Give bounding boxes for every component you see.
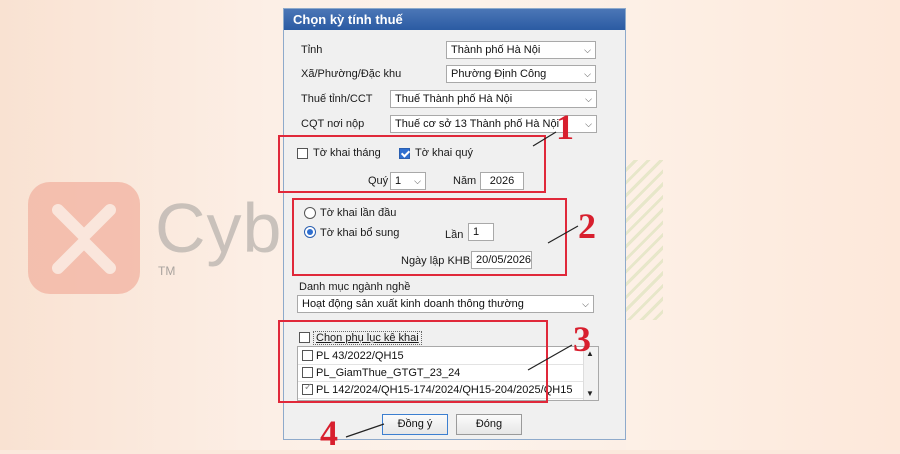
annotation-box-3	[278, 320, 548, 403]
industry-select[interactable]: Hoạt động sản xuất kinh doanh thông thườ…	[297, 295, 594, 313]
province-select[interactable]: Thành phố Hà Nội ⌵	[446, 41, 596, 59]
chevron-down-icon: ⌵	[584, 69, 591, 79]
close-button[interactable]: Đóng	[456, 414, 522, 435]
chevron-down-icon: ⌵	[584, 45, 591, 55]
trademark: TM	[158, 264, 176, 278]
chevron-down-icon: ⌵	[582, 299, 589, 309]
annotation-number-3: 3	[573, 319, 591, 359]
province-label: Tỉnh	[301, 44, 323, 56]
submit-office-label: CQT nơi nộp	[301, 118, 365, 130]
dialog-title: Chọn kỳ tính thuế	[293, 12, 403, 27]
ward-select[interactable]: Phường Định Công ⌵	[446, 65, 596, 83]
industry-label: Danh mục ngành nghề	[299, 281, 411, 293]
tax-office-label: Thuế tỉnh/CCT	[301, 93, 373, 105]
annotation-number-1: 1	[556, 107, 574, 147]
annotation-number-2: 2	[578, 206, 596, 246]
annotation-number-4: 4	[320, 413, 338, 453]
submit-office-value: Thuế cơ sở 13 Thành phố Hà Nội	[395, 118, 560, 130]
annotation-box-1	[278, 135, 546, 193]
tax-office-value: Thuế Thành phố Hà Nội	[395, 93, 513, 105]
province-value: Thành phố Hà Nội	[451, 44, 541, 56]
ward-label: Xã/Phường/Đặc khu	[301, 68, 402, 80]
chevron-down-icon: ⌵	[585, 94, 592, 104]
x-mark-icon	[52, 204, 116, 274]
annotation-box-2	[292, 198, 567, 276]
title-bar: Chọn kỳ tính thuế	[284, 9, 625, 30]
chevron-down-icon: ⌵	[585, 119, 592, 129]
background-right	[626, 0, 900, 450]
cyber-logo-icon	[28, 182, 140, 294]
ok-button[interactable]: Đồng ý	[382, 414, 448, 435]
industry-value: Hoạt động sản xuất kinh doanh thông thườ…	[302, 298, 524, 310]
ward-value: Phường Định Công	[451, 68, 547, 80]
scroll-down-icon[interactable]: ▼	[586, 389, 594, 398]
